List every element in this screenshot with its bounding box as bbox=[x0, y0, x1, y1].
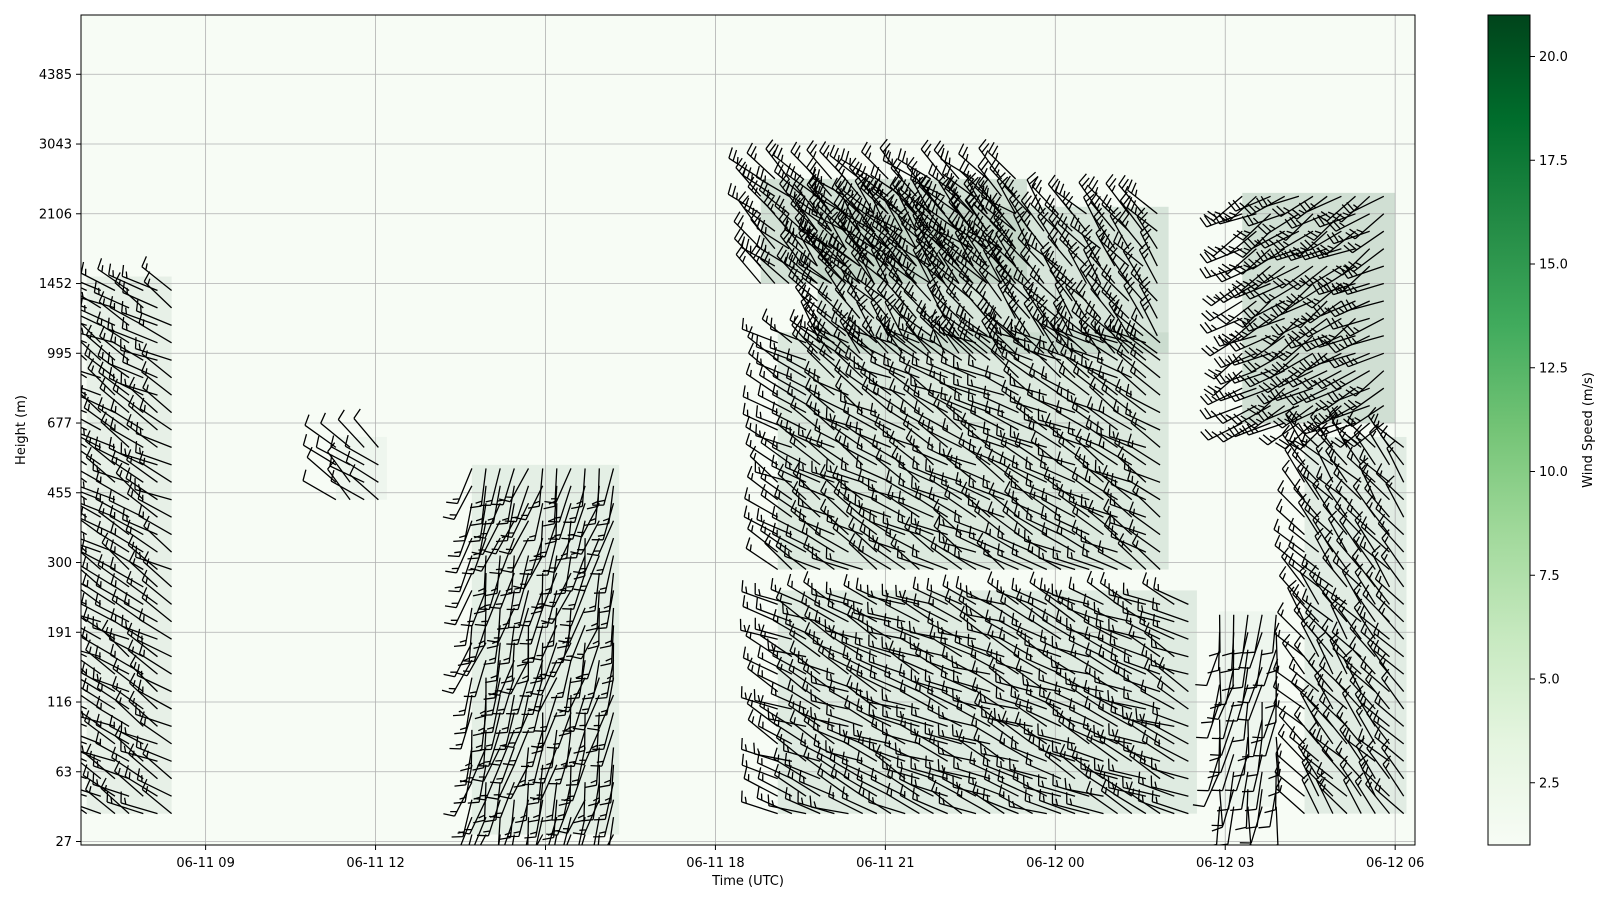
x-tick-label: 06-12 06 bbox=[1366, 856, 1424, 871]
x-axis-ticks: 06-11 09 06-11 12 06-11 15 06-11 18 06-11 21… bbox=[176, 845, 1424, 871]
y-tick-label: 300 bbox=[47, 556, 72, 571]
x-tick-label: 06-11 21 bbox=[856, 856, 914, 871]
y-tick-label: 116 bbox=[47, 696, 72, 711]
y-tick-label: 63 bbox=[55, 765, 72, 780]
colorbar-tick-label: 15.0 bbox=[1539, 258, 1568, 273]
y-tick-label: 455 bbox=[47, 486, 72, 501]
y-tick-label: 4385 bbox=[39, 68, 72, 83]
colorbar-tick-label: 5.0 bbox=[1539, 673, 1560, 688]
y-tick-label: 27 bbox=[55, 835, 72, 850]
speed-cell bbox=[1242, 192, 1396, 424]
x-tick-label: 06-11 09 bbox=[176, 856, 234, 871]
colorbar-tick-label: 20.0 bbox=[1539, 50, 1568, 65]
y-tick-label: 1452 bbox=[39, 277, 72, 292]
y-axis-ticks: 27 63 116 191 300 455 677 995 1452 2106 3043 4385 bbox=[39, 68, 81, 850]
colorbar-ticks: 2.5 5.0 7.5 10.0 12.5 15.0 17.5 20.0 bbox=[1530, 50, 1568, 791]
colorbar-tick-label: 7.5 bbox=[1539, 569, 1560, 584]
x-tick-label: 06-11 18 bbox=[686, 856, 744, 871]
colorbar-label: Wind Speed (m/s) bbox=[1581, 372, 1596, 488]
colorbar-tick-label: 2.5 bbox=[1539, 776, 1560, 791]
colorbar-tick-label: 17.5 bbox=[1539, 154, 1568, 169]
colorbar-tick-label: 10.0 bbox=[1539, 465, 1568, 480]
x-tick-label: 06-11 12 bbox=[346, 856, 404, 871]
y-axis-label: Height (m) bbox=[14, 395, 29, 465]
x-axis-label: Time (UTC) bbox=[711, 874, 784, 889]
x-tick-label: 06-11 15 bbox=[516, 856, 574, 871]
colorbar-tick-label: 12.5 bbox=[1539, 361, 1568, 376]
x-tick-label: 06-12 00 bbox=[1026, 856, 1084, 871]
y-tick-label: 3043 bbox=[39, 138, 72, 153]
speed-cell bbox=[1219, 611, 1277, 807]
y-tick-label: 677 bbox=[47, 417, 72, 432]
wind-profile-chart: 06-11 09 06-11 12 06-11 15 06-11 18 06-11 21… bbox=[14, 14, 1596, 889]
colorbar bbox=[1487, 14, 1531, 846]
y-tick-label: 2106 bbox=[39, 207, 72, 222]
x-tick-label: 06-12 03 bbox=[1196, 856, 1254, 871]
plot-background bbox=[81, 15, 1415, 845]
y-tick-label: 191 bbox=[47, 626, 72, 641]
y-tick-label: 995 bbox=[47, 347, 72, 362]
